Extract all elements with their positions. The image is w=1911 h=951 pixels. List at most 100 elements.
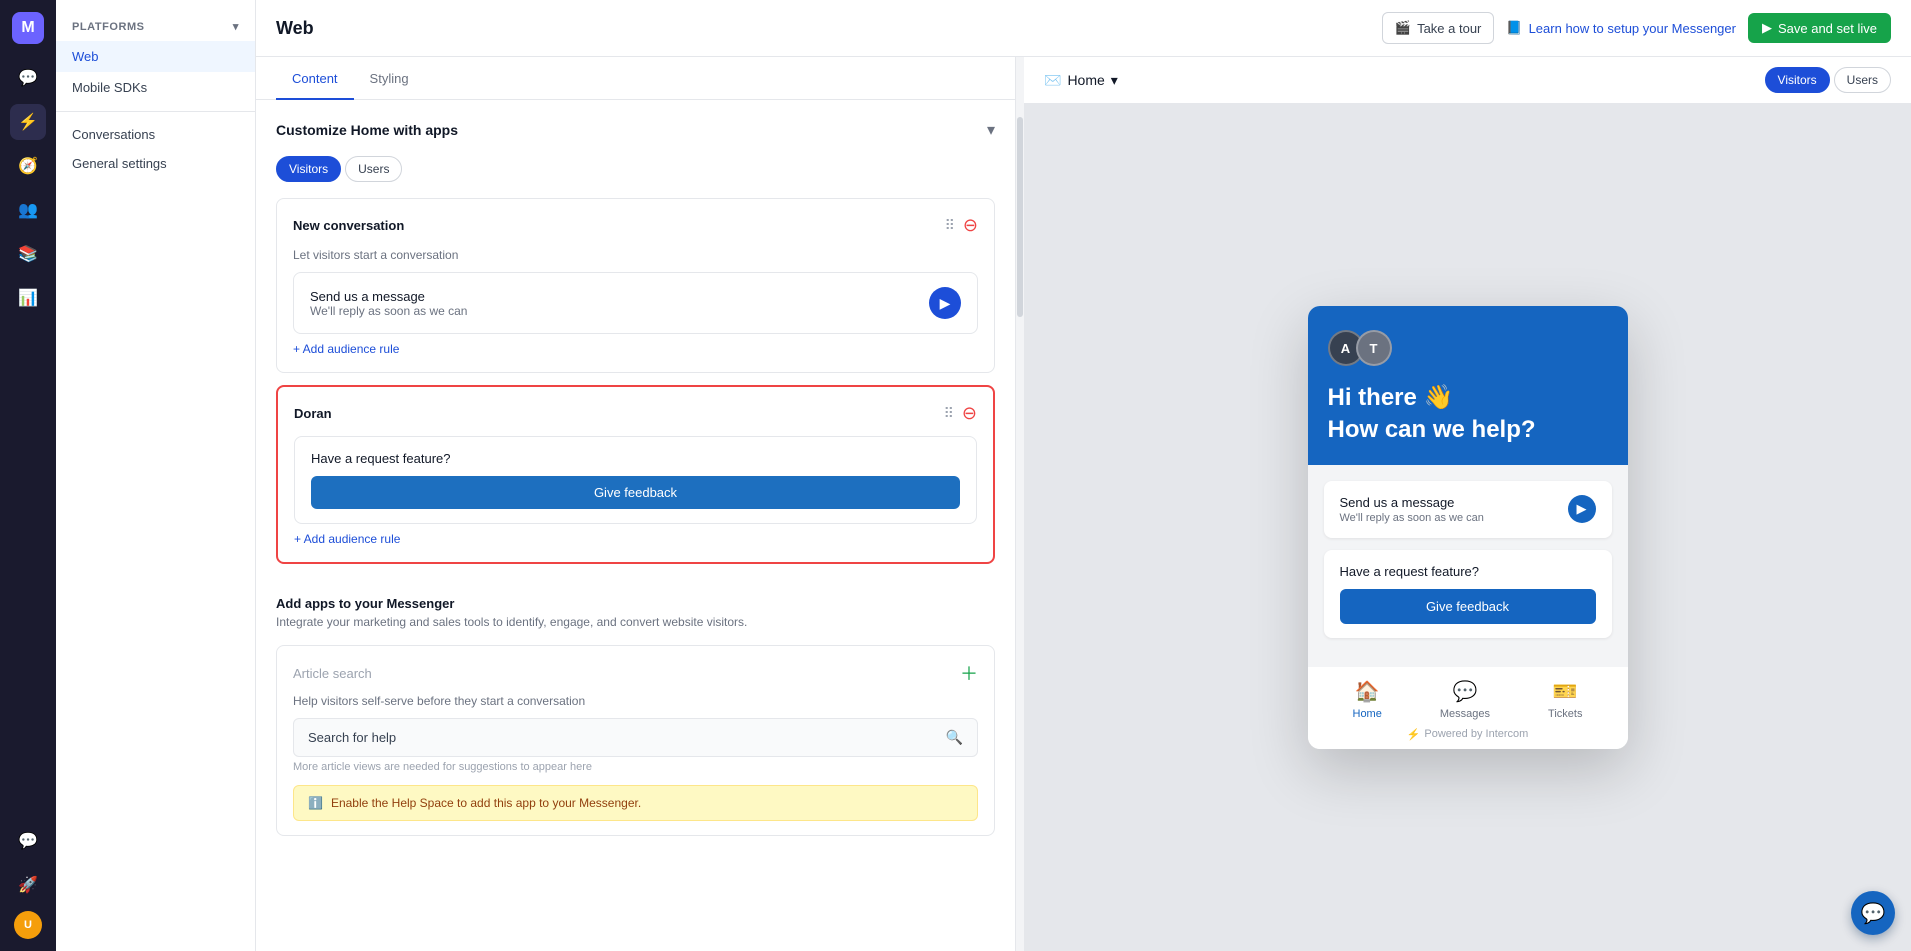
messenger-avatars: A T: [1328, 330, 1608, 366]
home-label: Home: [1067, 72, 1104, 88]
powered-by-text: Powered by Intercom: [1424, 728, 1528, 740]
right-panel: ✉️ Home ▾ Visitors Users: [1024, 57, 1911, 951]
inner-tabs: Visitors Users: [276, 156, 995, 182]
chat-bubble-button[interactable]: 💬: [1851, 891, 1895, 935]
messenger-feedback-title: Have a request feature?: [1340, 564, 1596, 579]
home-nav-label: Home: [1353, 708, 1382, 720]
sidebar-item-conversations[interactable]: Conversations: [56, 120, 255, 149]
app-card-actions: ⠿ ⊖: [945, 215, 978, 236]
nav-icon-lightning[interactable]: ⚡: [10, 104, 46, 140]
nav-icon-chart[interactable]: 📊: [10, 280, 46, 316]
message-card-content: Send us a message We'll reply as soon as…: [310, 289, 467, 318]
tab-content[interactable]: Content: [276, 57, 354, 100]
app-card-header-doran: Doran ⠿ ⊖: [294, 403, 977, 424]
content-tabs: Content Styling: [256, 57, 1015, 100]
nav-icon-messages2[interactable]: 💬: [10, 823, 46, 859]
messenger-feedback-button[interactable]: Give feedback: [1340, 589, 1596, 624]
search-box: Search for help 🔍: [293, 718, 978, 757]
warning-icon: ℹ️: [308, 796, 323, 810]
messenger-send-message-card[interactable]: Send us a message We'll reply as soon as…: [1324, 481, 1612, 538]
save-button[interactable]: ▶ Save and set live: [1748, 13, 1891, 43]
sidebar-item-general-settings[interactable]: General settings: [56, 149, 255, 178]
home-nav-icon: 🏠: [1355, 679, 1380, 704]
home-dropdown[interactable]: ✉️ Home ▾: [1044, 72, 1118, 89]
search-box-content: Search for help: [308, 730, 396, 745]
search-icon: 🔍: [946, 729, 963, 746]
warning-text: Enable the Help Space to add this app to…: [331, 796, 641, 810]
remove-doran-button[interactable]: ⊖: [962, 403, 977, 424]
nav-bottom: 💬 🚀 U: [10, 823, 46, 939]
left-panel-scrollbar[interactable]: [1016, 57, 1024, 951]
add-apps-description: Integrate your marketing and sales tools…: [276, 615, 995, 629]
messages-nav-label: Messages: [1440, 708, 1490, 720]
messenger-greeting: Hi there 👋 How can we help?: [1328, 382, 1608, 444]
app-card-header-new-conversation: New conversation ⠿ ⊖: [293, 215, 978, 236]
powered-by: ⚡ Powered by Intercom: [1324, 728, 1612, 741]
messenger-avatar-t: T: [1356, 330, 1392, 366]
app-logo[interactable]: M: [12, 12, 44, 44]
add-apps-section: Add apps to your Messenger Integrate you…: [256, 596, 1015, 860]
messenger-card-title: Send us a message: [1340, 495, 1484, 510]
message-arrow-button[interactable]: ▶: [929, 287, 961, 319]
nav-icon-chat[interactable]: 💬: [10, 60, 46, 96]
messenger-body: Send us a message We'll reply as soon as…: [1308, 465, 1628, 666]
left-nav: M 💬 ⚡ 🧭 👥 📚 📊 💬 🚀 U: [0, 0, 56, 951]
preview-tab-users[interactable]: Users: [1834, 67, 1891, 93]
search-placeholder: Search for help: [308, 730, 396, 745]
take-tour-button[interactable]: 🎬 Take a tour: [1382, 12, 1495, 44]
top-header: Web 🎬 Take a tour 📘 Learn how to setup y…: [256, 0, 1911, 57]
tab-styling[interactable]: Styling: [354, 57, 425, 100]
learn-icon: 📘: [1506, 20, 1522, 36]
greeting-line2: How can we help?: [1328, 414, 1608, 445]
messenger-footer: 🏠 Home 💬 Messages 🎫 Tickets: [1308, 666, 1628, 749]
section-header: Customize Home with apps ▾: [276, 120, 995, 140]
nav-icon-people[interactable]: 👥: [10, 192, 46, 228]
sidebar-item-mobile-sdks[interactable]: Mobile SDKs: [56, 72, 255, 103]
messages-nav-icon: 💬: [1452, 679, 1477, 704]
inner-tab-visitors[interactable]: Visitors: [276, 156, 341, 182]
inner-tab-users[interactable]: Users: [345, 156, 402, 182]
messenger-nav-home[interactable]: 🏠 Home: [1353, 679, 1382, 720]
drag-handle-icon[interactable]: ⠿: [945, 217, 955, 234]
give-feedback-button[interactable]: Give feedback: [311, 476, 960, 509]
message-card-title: Send us a message: [310, 289, 467, 304]
add-audience-rule-1[interactable]: + Add audience rule: [293, 342, 978, 356]
platforms-label: Platforms: [72, 21, 145, 33]
customize-section: Customize Home with apps ▾ Visitors User…: [256, 100, 1015, 596]
integration-add-button[interactable]: ＋: [960, 660, 978, 686]
nav-icon-compass[interactable]: 🧭: [10, 148, 46, 184]
preview-area: A T Hi there 👋 How can we help?: [1024, 104, 1911, 951]
user-avatar[interactable]: U: [14, 911, 42, 939]
integration-description: Help visitors self-serve before they sta…: [293, 694, 978, 708]
app-card-doran-actions: ⠿ ⊖: [944, 403, 977, 424]
integration-header: Article search ＋: [293, 660, 978, 686]
integration-title: Article search: [293, 666, 372, 681]
drag-handle-doran-icon[interactable]: ⠿: [944, 405, 954, 422]
messenger-arrow-icon: ▶: [1568, 495, 1596, 523]
app-card-title-doran: Doran: [294, 406, 332, 421]
search-note: More article views are needed for sugges…: [293, 761, 978, 773]
message-card-subtitle: We'll reply as soon as we can: [310, 304, 467, 318]
messenger-nav-tickets[interactable]: 🎫 Tickets: [1548, 679, 1582, 720]
messenger-card-subtitle: We'll reply as soon as we can: [1340, 512, 1484, 524]
add-audience-rule-2[interactable]: + Add audience rule: [294, 532, 977, 546]
preview-tab-visitors[interactable]: Visitors: [1765, 67, 1830, 93]
app-card-subtitle: Let visitors start a conversation: [293, 248, 978, 262]
messenger-feedback-card: Have a request feature? Give feedback: [1324, 550, 1612, 638]
feedback-card-title: Have a request feature?: [311, 451, 960, 466]
messenger-header: A T Hi there 👋 How can we help?: [1308, 306, 1628, 464]
messenger-nav-messages[interactable]: 💬 Messages: [1440, 679, 1490, 720]
messenger-nav: 🏠 Home 💬 Messages 🎫 Tickets: [1324, 679, 1612, 720]
feedback-card: Have a request feature? Give feedback: [294, 436, 977, 524]
sidebar-divider: [56, 111, 255, 112]
home-icon: ✉️: [1044, 72, 1061, 89]
section-collapse-icon[interactable]: ▾: [987, 120, 995, 140]
sidebar-platforms-header: Platforms ▾: [56, 16, 255, 41]
learn-button[interactable]: 📘 Learn how to setup your Messenger: [1506, 20, 1736, 36]
nav-icon-books[interactable]: 📚: [10, 236, 46, 272]
remove-button[interactable]: ⊖: [963, 215, 978, 236]
sidebar-item-web[interactable]: Web: [56, 41, 255, 72]
tour-icon: 🎬: [1395, 20, 1411, 36]
nav-icon-rocket[interactable]: 🚀: [10, 867, 46, 903]
tickets-nav-label: Tickets: [1548, 708, 1582, 720]
